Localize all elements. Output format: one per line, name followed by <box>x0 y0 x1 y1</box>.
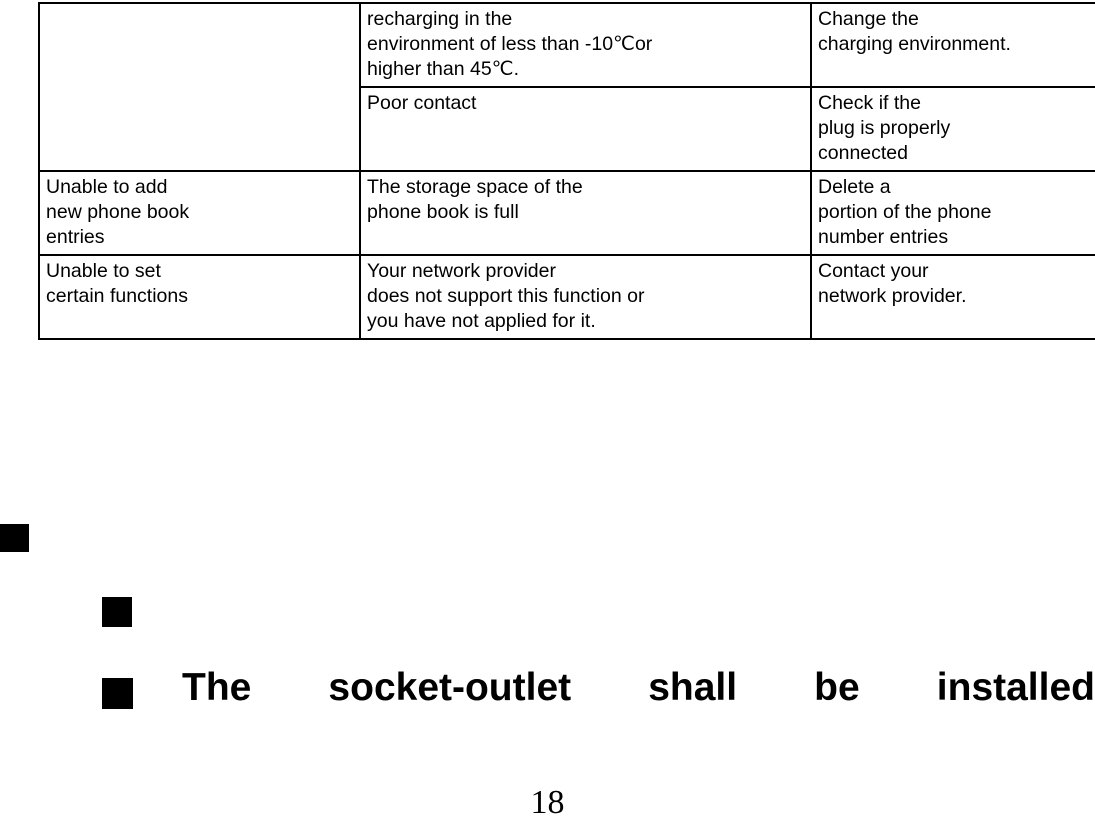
cell-text: Check if the plug is properly connected <box>818 91 1095 166</box>
cell-text: Delete a portion of the phone number ent… <box>818 175 1095 250</box>
cell-text: Unable to add new phone book entries <box>46 175 353 250</box>
cell-line: plug is properly <box>818 117 951 139</box>
troubleshooting-table: recharging in the environment of less th… <box>38 2 1095 340</box>
cell-text: The storage space of the phone book is f… <box>367 175 804 225</box>
cell-line: higher than 45℃. <box>367 58 520 80</box>
cell-line: entries <box>46 226 105 248</box>
table-cell-problem: Unable to set certain functions <box>38 254 361 340</box>
cell-text: recharging in the environment of less th… <box>367 7 804 82</box>
list-item <box>0 505 1095 552</box>
table-cell-cause: recharging in the environment of less th… <box>359 2 812 88</box>
table-cell-solution: Check if the plug is properly connected <box>810 86 1095 172</box>
list-item: The socket-outlet shall be installed <box>0 627 1095 711</box>
table-row: Unable to set certain functions Your net… <box>38 254 1095 340</box>
cell-line: Delete a <box>818 176 891 198</box>
table-cell-cause: The storage space of the phone book is f… <box>359 170 812 256</box>
cell-line: number entries <box>818 226 949 248</box>
cell-line: environment of less than -10℃or <box>367 33 653 55</box>
cell-line: does not support this function or <box>367 285 645 307</box>
cell-line: certain functions <box>46 285 188 307</box>
square-bullet-icon <box>102 678 133 709</box>
cell-line: The storage space of the <box>367 176 583 198</box>
cell-line: you have not applied for it. <box>367 310 596 332</box>
cell-line: Unable to set <box>46 260 161 282</box>
cell-text: Poor contact <box>367 91 804 116</box>
cell-text: Your network provider does not support t… <box>367 259 804 334</box>
cell-line: new phone book <box>46 201 190 223</box>
table-cell-cause: Poor contact <box>359 86 812 172</box>
cell-line: Your network provider <box>367 260 556 282</box>
cell-text: Contact your network provider. <box>818 259 1095 309</box>
cell-line: charging environment. <box>818 33 1011 55</box>
table-cell-solution: Change the charging environment. <box>810 2 1095 88</box>
table-row: recharging in the environment of less th… <box>38 2 1095 172</box>
list-item <box>0 552 1095 627</box>
page-number: 18 <box>530 784 565 821</box>
table-cell-cause: Your network provider does not support t… <box>359 254 812 340</box>
cell-line: network provider. <box>818 285 967 307</box>
cell-line: recharging in the <box>367 8 513 30</box>
table-cell-problem: Unable to add new phone book entries <box>38 170 361 256</box>
cell-text: Change the charging environment. <box>818 7 1095 57</box>
cell-text: Unable to set certain functions <box>46 259 353 309</box>
notes-list: The socket-outlet shall be installed <box>0 505 1095 711</box>
troubleshooting-table-wrapper: recharging in the environment of less th… <box>38 2 1095 340</box>
table-cell-solution: Delete a portion of the phone number ent… <box>810 170 1095 256</box>
cell-line: connected <box>818 142 908 164</box>
cell-line: Change the <box>818 8 919 30</box>
cell-line: Unable to add <box>46 176 168 198</box>
table-cell-problem <box>38 2 361 172</box>
cell-line: Check if the <box>818 92 921 114</box>
cell-line: phone book is full <box>367 201 519 223</box>
document-page: recharging in the environment of less th… <box>0 0 1095 823</box>
table-cell-solution: Contact your network provider. <box>810 254 1095 340</box>
cell-line: Poor contact <box>367 92 477 114</box>
square-bullet-icon <box>0 524 29 552</box>
cell-line: portion of the phone <box>818 201 992 223</box>
square-bullet-icon <box>102 597 132 627</box>
note-text: The socket-outlet shall be installed <box>182 666 1095 709</box>
cell-line: Contact your <box>818 260 929 282</box>
table-row: Unable to add new phone book entries The… <box>38 170 1095 256</box>
